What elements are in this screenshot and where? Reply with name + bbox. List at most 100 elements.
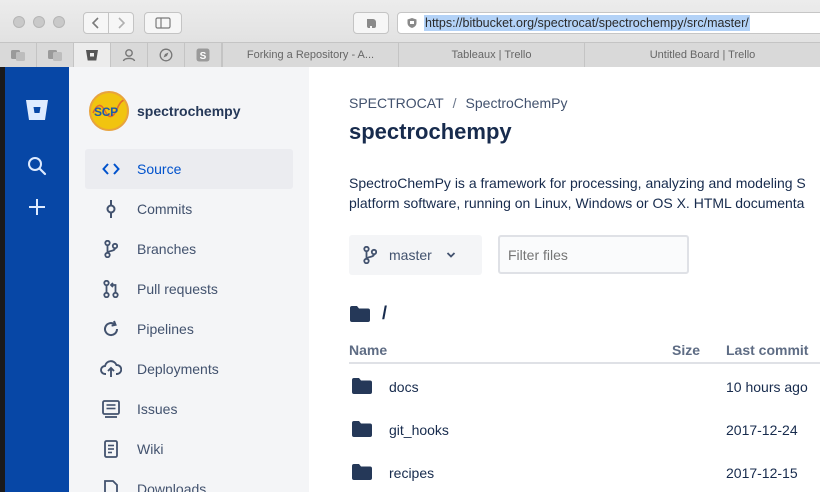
path-text[interactable]: / bbox=[382, 303, 387, 324]
tab-pinned-compass[interactable] bbox=[148, 43, 185, 67]
repo-header[interactable]: SCP spectrochempy bbox=[89, 91, 240, 131]
file-name[interactable]: docs bbox=[389, 379, 419, 395]
repo-nav: Source Commits Branches Pull requests Pi… bbox=[85, 149, 293, 492]
close-window-button[interactable] bbox=[13, 16, 25, 28]
zoom-window-button[interactable] bbox=[53, 16, 65, 28]
file-name[interactable]: git_hooks bbox=[389, 422, 449, 438]
description-line: platform software, running on Linux, Win… bbox=[349, 195, 805, 211]
commit-icon bbox=[106, 200, 116, 218]
sidebar-item-downloads[interactable]: Downloads bbox=[85, 469, 293, 492]
sidebar-item-branches[interactable]: Branches bbox=[85, 229, 293, 269]
chevron-left-icon bbox=[91, 17, 99, 29]
sidebar-item-deployments[interactable]: Deployments bbox=[85, 349, 293, 389]
sidebar-item-commits[interactable]: Commits bbox=[85, 189, 293, 229]
repo-sidebar: SCP spectrochempy Source Commits Branche… bbox=[69, 67, 309, 492]
sidebar-item-pull-requests[interactable]: Pull requests bbox=[85, 269, 293, 309]
column-name[interactable]: Name bbox=[349, 342, 387, 358]
breadcrumb-owner[interactable]: SPECTROCAT bbox=[349, 95, 444, 111]
column-last-commit[interactable]: Last commit bbox=[726, 342, 808, 358]
back-button[interactable] bbox=[83, 12, 109, 34]
tab-untitled-board[interactable]: Untitled Board | Trello bbox=[584, 43, 820, 67]
chevron-down-icon bbox=[446, 252, 455, 258]
shield-icon bbox=[407, 18, 417, 28]
repo-description: SpectroChemPy is a framework for process… bbox=[349, 173, 820, 213]
svg-text:S: S bbox=[200, 51, 207, 62]
branch-icon bbox=[363, 246, 377, 264]
tab-pinned-bitbucket[interactable] bbox=[74, 43, 111, 67]
chevron-right-icon bbox=[118, 17, 126, 29]
sidebar-item-label: Issues bbox=[137, 401, 178, 417]
file-table-header: Name Size Last commit bbox=[349, 340, 820, 364]
tab-pinned-translate[interactable] bbox=[0, 43, 37, 67]
bitbucket-logo-icon bbox=[26, 100, 48, 120]
tab-pinned-s[interactable]: S bbox=[185, 43, 222, 67]
forward-button[interactable] bbox=[108, 12, 134, 34]
sidebar-item-label: Pull requests bbox=[137, 281, 218, 297]
sidebar-item-pipelines[interactable]: Pipelines bbox=[85, 309, 293, 349]
sidebar-item-wiki[interactable]: Wiki bbox=[85, 429, 293, 469]
url-text: https://bitbucket.org/spectrocat/spectro… bbox=[424, 15, 750, 31]
translate-icon bbox=[48, 50, 62, 61]
file-last-commit: 2017-12-15 bbox=[726, 465, 798, 481]
tab-pinned-user[interactable] bbox=[111, 43, 148, 67]
folder-icon bbox=[352, 421, 372, 437]
tab-bar: S Forking a Repository - A... Tableaux |… bbox=[0, 42, 820, 67]
sidebar-item-label: Source bbox=[137, 161, 182, 177]
filter-files-input[interactable] bbox=[498, 235, 689, 274]
page-title: spectrochempy bbox=[349, 119, 512, 144]
column-size[interactable]: Size bbox=[672, 342, 700, 358]
sidebar-item-label: Wiki bbox=[137, 441, 164, 457]
address-bar[interactable]: https://bitbucket.org/spectrocat/spectro… bbox=[397, 12, 820, 34]
file-name[interactable]: recipes bbox=[389, 465, 434, 481]
user-icon bbox=[122, 49, 136, 62]
table-row[interactable]: recipes 2017-12-15 bbox=[349, 452, 820, 492]
sidebar-item-label: Commits bbox=[137, 201, 193, 217]
pipelines-icon bbox=[104, 320, 119, 337]
global-search-button[interactable] bbox=[25, 154, 49, 178]
issues-icon bbox=[102, 400, 120, 418]
wiki-icon bbox=[104, 440, 118, 458]
plus-icon bbox=[29, 199, 45, 215]
breadcrumb: SPECTROCAT / SpectroChemPy bbox=[349, 95, 567, 111]
folder-icon bbox=[352, 464, 372, 480]
minimize-window-button[interactable] bbox=[33, 16, 45, 28]
s-app-icon: S bbox=[196, 48, 210, 62]
search-icon bbox=[28, 157, 47, 176]
evernote-extension-button[interactable] bbox=[353, 12, 389, 34]
branch-icon bbox=[104, 240, 118, 258]
create-button[interactable] bbox=[25, 195, 49, 219]
avatar-text: SCP bbox=[94, 105, 118, 119]
table-row[interactable]: docs 10 hours ago bbox=[349, 366, 820, 409]
browser-chrome: https://bitbucket.org/spectrocat/spectro… bbox=[0, 0, 820, 67]
compass-icon bbox=[159, 48, 173, 62]
sidebar-item-label: Downloads bbox=[137, 481, 207, 492]
branch-selector[interactable]: master bbox=[349, 235, 482, 275]
tab-forking-repo[interactable]: Forking a Repository - A... bbox=[222, 43, 398, 67]
sidebar-item-issues[interactable]: Issues bbox=[85, 389, 293, 429]
tab-tableaux-trello[interactable]: Tableaux | Trello bbox=[398, 43, 584, 67]
cloud-upload-icon bbox=[100, 360, 122, 377]
table-row[interactable]: git_hooks 2017-12-24 bbox=[349, 409, 820, 452]
bitbucket-icon bbox=[86, 50, 98, 61]
sidebar-item-label: Pipelines bbox=[137, 321, 194, 337]
file-last-commit: 10 hours ago bbox=[726, 379, 808, 395]
branch-name: master bbox=[389, 247, 432, 263]
sidebar-toggle-button[interactable] bbox=[144, 12, 182, 34]
sidebar-item-source[interactable]: Source bbox=[85, 149, 293, 189]
source-icon bbox=[102, 163, 120, 175]
breadcrumb-repo[interactable]: SpectroChemPy bbox=[466, 95, 568, 111]
folder-icon bbox=[352, 378, 372, 394]
translate-icon bbox=[11, 50, 25, 61]
bitbucket-app: SCP spectrochempy Source Commits Branche… bbox=[0, 67, 820, 492]
sidebar-icon bbox=[155, 17, 171, 29]
repo-avatar: SCP bbox=[89, 91, 129, 131]
file-last-commit: 2017-12-24 bbox=[726, 422, 798, 438]
bitbucket-home-button[interactable] bbox=[25, 98, 49, 122]
sidebar-item-label: Deployments bbox=[137, 361, 219, 377]
pull-request-icon bbox=[103, 280, 119, 298]
browser-toolbar: https://bitbucket.org/spectrocat/spectro… bbox=[0, 0, 820, 42]
breadcrumb-separator: / bbox=[452, 95, 457, 111]
elephant-icon bbox=[366, 19, 376, 28]
downloads-icon bbox=[104, 480, 118, 492]
tab-pinned-translate-2[interactable] bbox=[37, 43, 74, 67]
